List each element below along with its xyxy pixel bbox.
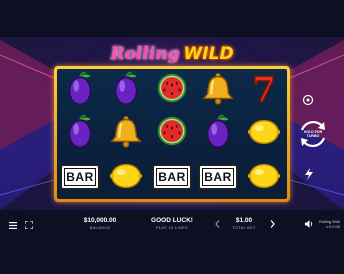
fullscreen-icon (25, 221, 33, 229)
balance-value: $10,000.00 (83, 217, 117, 224)
hold-line2: TURBO (306, 134, 320, 138)
reel-cell (57, 112, 103, 155)
autoplay-button[interactable] (302, 94, 314, 106)
plum-icon (68, 115, 92, 149)
lemon-symbol (107, 156, 145, 199)
chevron-right-icon (270, 220, 275, 228)
seven-icon: 7 (251, 70, 276, 111)
reel-cell (241, 156, 287, 199)
plum-symbol (199, 112, 237, 155)
reel-cell: BAR (149, 156, 195, 199)
bottom-hud: $10,000.00 BALANCE GOOD LUCK! PLAY 10 LI… (0, 210, 344, 274)
bet-label: TOTAL BET (232, 225, 256, 230)
logo-word-rolling: Rolling (110, 44, 180, 64)
balance-label: BALANCE (89, 225, 111, 230)
lightning-icon (305, 168, 313, 180)
lemon-icon (109, 163, 143, 188)
bet-decrease-button[interactable] (213, 219, 221, 229)
message-text: GOOD LUCK! (151, 217, 193, 224)
menu-icon (9, 221, 17, 229)
bar-symbol: BAR (60, 164, 100, 191)
game-version-text: v.0.0.00 (326, 224, 340, 229)
reel-cell (241, 112, 287, 155)
bet-value: $1.00 (235, 217, 253, 224)
lemon-icon (247, 120, 281, 145)
watermelon-icon (157, 73, 187, 103)
bell-symbol (107, 112, 145, 155)
top-bar (0, 0, 344, 37)
reel-grid: 7 BAR BAR BAR (57, 69, 287, 199)
reel-cell (103, 69, 149, 112)
bell-icon (110, 116, 142, 149)
turbo-button[interactable] (303, 168, 315, 180)
message-display: GOOD LUCK! PLAY 10 LINES (150, 217, 194, 230)
plum-symbol (107, 69, 145, 112)
autoplay-icon (302, 94, 314, 106)
plum-icon (206, 115, 230, 149)
fullscreen-button[interactable] (24, 220, 34, 230)
bar-symbol: BAR (152, 164, 192, 191)
chevron-left-icon (214, 220, 219, 228)
watermelon-symbol (153, 112, 191, 155)
game-stage: Rolling WILD 7 BAR BAR BAR HOLD FOR TURBO (0, 0, 344, 274)
plum-symbol (61, 69, 99, 112)
reel-cell: BAR (57, 156, 103, 199)
reel-cell (195, 112, 241, 155)
logo-word-wild: WILD (183, 44, 234, 64)
lemon-symbol (245, 112, 283, 155)
svg-text:7: 7 (252, 70, 276, 107)
message-subtext: PLAY 10 LINES (156, 225, 188, 230)
reel-cell (103, 112, 149, 155)
reel-cell: 7 (241, 69, 287, 112)
lemon-icon (247, 163, 281, 188)
plum-icon (114, 71, 138, 106)
game-logo: Rolling WILD (105, 40, 239, 68)
seven-symbol: 7 (245, 69, 283, 112)
bar-symbol: BAR (198, 164, 238, 191)
plum-symbol (61, 112, 99, 155)
reel-cell (149, 112, 195, 155)
bell-icon (202, 73, 234, 105)
speaker-icon (304, 220, 312, 228)
bet-increase-button[interactable] (268, 219, 276, 229)
sound-button[interactable] (304, 219, 314, 229)
reel-cell (195, 69, 241, 112)
reel-cell (103, 156, 149, 199)
balance-display: $10,000.00 BALANCE (80, 217, 120, 230)
plum-icon (68, 71, 92, 106)
reel-cell: BAR (195, 156, 241, 199)
bell-symbol (199, 69, 237, 112)
menu-button[interactable] (8, 220, 18, 230)
bet-display: $1.00 TOTAL BET (226, 217, 262, 230)
hold-for-turbo-text: HOLD FOR TURBO (304, 130, 322, 138)
watermelon-symbol (153, 69, 191, 112)
reel-cell (57, 69, 103, 112)
watermelon-icon (157, 117, 187, 146)
game-info-text: Rolling Wild v.0.0.00 (316, 219, 340, 229)
lemon-symbol (245, 156, 283, 199)
spin-button[interactable]: HOLD FOR TURBO (296, 117, 330, 151)
reel-cell (149, 69, 195, 112)
